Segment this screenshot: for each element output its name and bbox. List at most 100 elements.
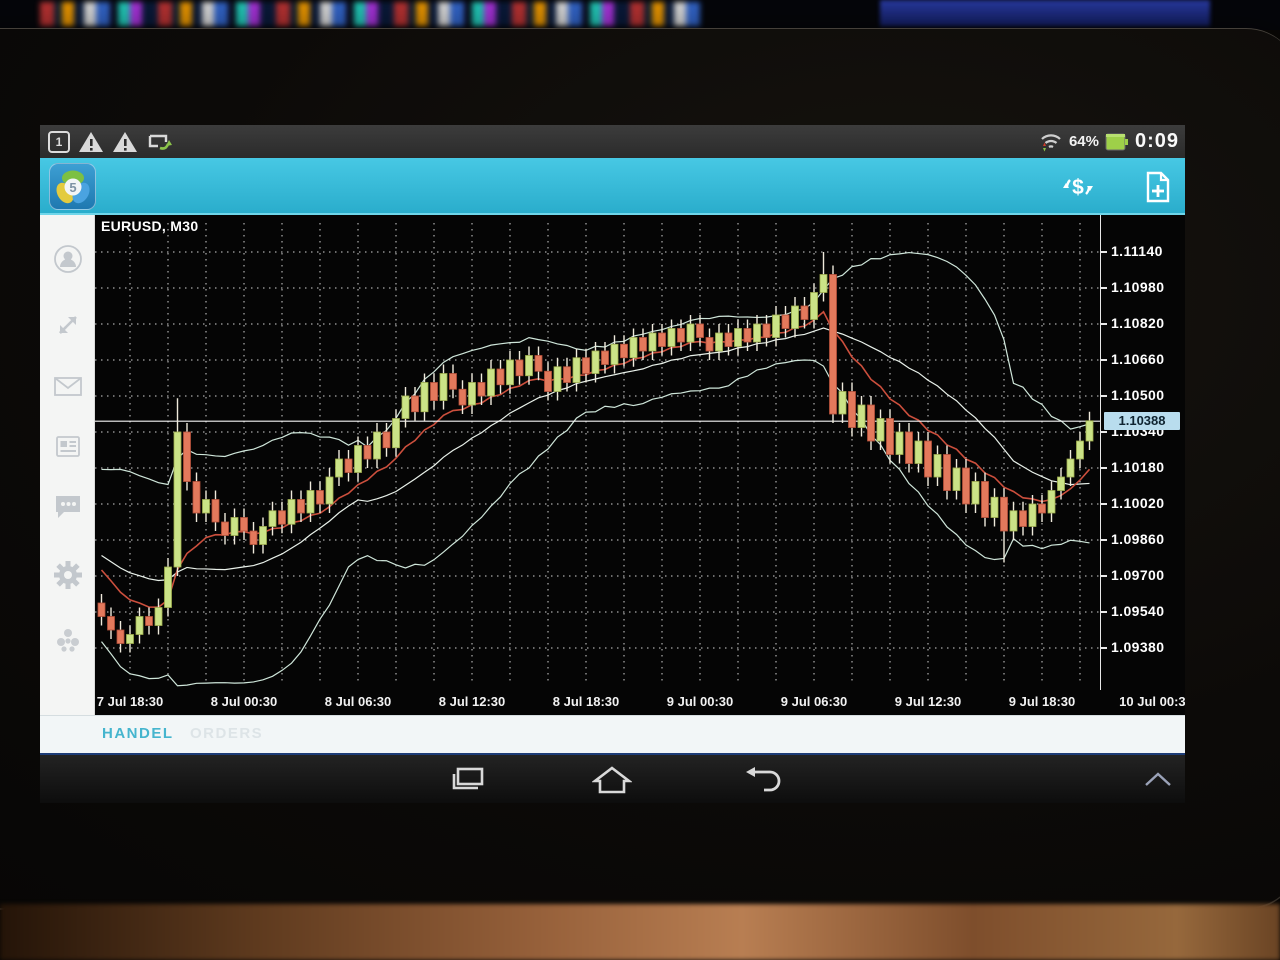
tablet-screen: 1 — [40, 125, 1185, 803]
android-status-bar[interactable]: 1 — [40, 125, 1185, 158]
candle-body — [383, 432, 390, 448]
candle-body — [450, 374, 457, 390]
candle-body — [155, 608, 162, 626]
app-toolbar: 5 $ — [40, 158, 1185, 215]
candle-body — [744, 329, 751, 343]
trade-currency-icon[interactable]: $ — [1061, 170, 1095, 204]
recents-button-icon[interactable] — [448, 766, 488, 794]
svg-text:5: 5 — [69, 180, 76, 195]
price-tick — [1101, 251, 1107, 253]
candle-body — [459, 389, 466, 405]
candle-body — [1020, 511, 1027, 527]
candle-body — [792, 306, 799, 329]
candle-body — [630, 338, 637, 358]
candle-body — [621, 344, 628, 358]
candle-body — [763, 324, 770, 338]
candle-body — [488, 369, 495, 396]
price-tick-label: 1.11140 — [1111, 243, 1163, 259]
desk-surface — [0, 904, 1280, 960]
chat-icon[interactable] — [52, 490, 84, 522]
metatrader-5-logo[interactable]: 5 — [49, 163, 96, 210]
candle-body — [915, 441, 922, 464]
price-tick — [1101, 575, 1107, 577]
background-monitor — [0, 0, 1280, 30]
candle-body — [953, 468, 960, 491]
candle-body — [991, 497, 998, 517]
tab-trade[interactable]: HANDEL — [102, 725, 174, 742]
candle-body — [602, 351, 609, 365]
price-tick — [1101, 287, 1107, 289]
battery-icon — [1105, 132, 1129, 152]
candle-body — [687, 324, 694, 342]
android-nav-bar — [40, 753, 1185, 803]
candle-body — [1086, 421, 1093, 441]
candle-body — [117, 630, 124, 644]
trade-arrows-icon[interactable] — [52, 309, 84, 341]
time-tick-label: 7 Jul 18:30 — [97, 694, 164, 709]
candle-body — [127, 635, 134, 644]
candle-body — [573, 358, 580, 383]
candle-body — [830, 275, 837, 415]
candle-body — [640, 338, 647, 352]
time-tick-label: 8 Jul 00:30 — [211, 694, 278, 709]
bottom-tab-bar: HANDEL ORDERS — [40, 715, 1185, 753]
price-tick — [1101, 359, 1107, 361]
candle-body — [393, 419, 400, 448]
candle-body — [668, 329, 675, 347]
candle-body — [497, 369, 504, 385]
bollinger-lower-band — [102, 360, 1090, 686]
candle-body — [1048, 491, 1055, 514]
candle-body — [250, 531, 257, 545]
candle-body — [260, 527, 267, 545]
current-price-tag: 1.10388 — [1104, 412, 1180, 430]
candle-body — [298, 500, 305, 514]
price-tick — [1101, 611, 1107, 613]
candle-body — [896, 432, 903, 455]
price-tick-label: 1.09860 — [1111, 531, 1164, 547]
quick-access-chevron-icon[interactable] — [1140, 766, 1176, 794]
time-axis[interactable]: 7 Jul 18:308 Jul 00:308 Jul 06:308 Jul 1… — [95, 690, 1185, 715]
candle-body — [526, 356, 533, 376]
monitor-taskbar-blue — [880, 0, 1210, 26]
candle-body — [440, 374, 447, 401]
price-chart[interactable]: EURUSD, M30 — [95, 215, 1100, 690]
community-icon[interactable] — [52, 623, 84, 655]
settings-gear-icon[interactable] — [52, 559, 84, 591]
candle-body — [165, 567, 172, 608]
home-button-icon[interactable] — [592, 766, 632, 794]
time-tick-label: 8 Jul 12:30 — [439, 694, 506, 709]
candle-body — [801, 306, 808, 320]
candle-body — [678, 329, 685, 343]
time-tick-label: 9 Jul 18:30 — [1009, 694, 1076, 709]
profile-icon[interactable] — [52, 243, 84, 275]
candle-body — [402, 396, 409, 419]
candle-body — [136, 617, 143, 635]
price-axis[interactable]: 1.111401.109801.108201.106601.105001.103… — [1100, 215, 1185, 690]
notification-count-icon: 1 — [48, 131, 70, 153]
candle-body — [1058, 477, 1065, 491]
candle-body — [849, 392, 856, 428]
candle-body — [944, 455, 951, 491]
price-tick — [1101, 323, 1107, 325]
candle-body — [925, 441, 932, 477]
price-tick — [1101, 503, 1107, 505]
candle-body — [1001, 497, 1008, 531]
mailbox-icon[interactable] — [52, 370, 84, 402]
candle-body — [725, 333, 732, 347]
candle-body — [773, 315, 780, 338]
news-icon[interactable] — [52, 430, 84, 462]
back-button-icon[interactable] — [742, 766, 782, 794]
price-tick-label: 1.10820 — [1111, 315, 1164, 331]
candle-body — [507, 360, 514, 385]
candle-body — [241, 518, 248, 532]
candle-body — [421, 383, 428, 412]
price-tick-label: 1.09380 — [1111, 639, 1164, 655]
price-tick — [1101, 647, 1107, 649]
new-order-icon[interactable] — [1143, 170, 1173, 204]
wifi-activity-icon — [1037, 130, 1063, 154]
candle-body — [820, 275, 827, 293]
price-tick-label: 1.09540 — [1111, 603, 1164, 619]
candle-body — [345, 459, 352, 473]
time-tick-label: 9 Jul 06:30 — [781, 694, 848, 709]
tab-orders[interactable]: ORDERS — [190, 725, 263, 742]
